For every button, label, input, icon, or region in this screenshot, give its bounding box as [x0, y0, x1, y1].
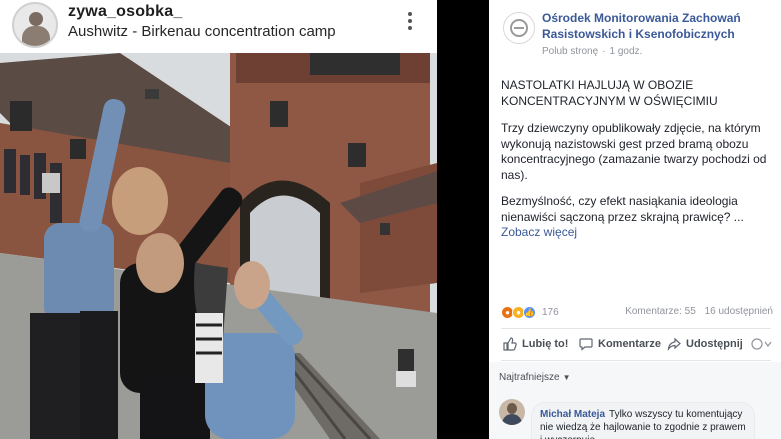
- divider: [501, 360, 771, 361]
- location-tag[interactable]: Aushwitz - Birkenau concentration camp: [68, 23, 336, 40]
- image-divider: [437, 0, 489, 439]
- post-ellipsis: ...: [733, 209, 744, 224]
- thumbs-up-icon: [503, 337, 517, 351]
- user-avatar[interactable]: [12, 2, 58, 48]
- instagram-post-header: zywa_osobka_ Aushwitz - Birkenau concent…: [0, 0, 437, 52]
- globe-icon: [751, 338, 772, 350]
- screenshot-composite: zywa_osobka_ Aushwitz - Birkenau concent…: [0, 0, 781, 439]
- share-button-label: Udostępnij: [686, 338, 743, 350]
- gate-photo-illustration: [0, 53, 437, 439]
- divider: [501, 328, 771, 329]
- comment-button[interactable]: Komentarze: [579, 334, 661, 354]
- post-action-bar: Lubię to! Komentarze Udostępnij: [489, 334, 781, 356]
- reactions-summary[interactable]: ● ● 👍 176: [501, 305, 559, 319]
- post-photo: [0, 53, 437, 439]
- post-paragraph-1: Trzy dziewczyny opublikowały zdjęcie, na…: [501, 121, 767, 182]
- post-paragraph-2: Bezmyślność, czy efekt nasiąkania ideolo…: [501, 194, 771, 225]
- page-name-link[interactable]: Ośrodek Monitorowania Zachowań Rasistows…: [542, 10, 772, 42]
- more-options-icon[interactable]: [400, 10, 420, 34]
- chevron-down-icon: ▼: [562, 373, 571, 382]
- post-meta: Polub stronę · 1 godz.: [542, 46, 643, 57]
- comment-author[interactable]: Michał Mateja: [540, 409, 605, 420]
- comment-sort-label: Najtrafniejsze: [499, 372, 560, 383]
- commenter-avatar[interactable]: [499, 399, 525, 425]
- like-button[interactable]: Lubię to!: [503, 334, 568, 354]
- facebook-post: Ośrodek Monitorowania Zachowań Rasistows…: [489, 0, 781, 439]
- comments-section: Najtrafniejsze ▼ Michał Mateja Tylko wszys…: [489, 362, 781, 439]
- like-button-label: Lubię to!: [522, 338, 569, 350]
- share-icon: [667, 337, 681, 351]
- comment-bubble: Michał Mateja Tylko wszyscy tu komentując…: [531, 402, 755, 439]
- comments-count-link[interactable]: Komentarze: 55: [625, 306, 696, 317]
- post-time[interactable]: 1 godz.: [610, 46, 643, 57]
- like-page-link[interactable]: Polub stronę: [542, 46, 598, 57]
- share-button[interactable]: Udostępnij: [667, 334, 743, 354]
- username[interactable]: zywa_osobka_: [68, 3, 182, 21]
- reaction-count: 176: [542, 306, 559, 318]
- comment-button-label: Komentarze: [598, 338, 661, 350]
- like-reaction-icon: 👍: [523, 305, 536, 319]
- engagement-counts: Komentarze: 55 16 udostępnień: [625, 306, 773, 317]
- instagram-post: zywa_osobka_ Aushwitz - Birkenau concent…: [0, 0, 437, 439]
- page-avatar[interactable]: [503, 12, 535, 44]
- see-more-link[interactable]: Zobacz więcej: [501, 225, 577, 239]
- comment-sort-dropdown[interactable]: Najtrafniejsze ▼: [499, 372, 571, 383]
- post-paragraph-2-text: Bezmyślność, czy efekt nasiąkania ideolo…: [501, 194, 738, 224]
- audience-selector[interactable]: [751, 334, 778, 354]
- shares-count-link[interactable]: 16 udostępnień: [705, 306, 773, 317]
- comment-icon: [579, 338, 593, 351]
- post-headline: NASTOLATKI HAJLUJĄ W OBOZIE KONCENTRACYJ…: [501, 78, 718, 108]
